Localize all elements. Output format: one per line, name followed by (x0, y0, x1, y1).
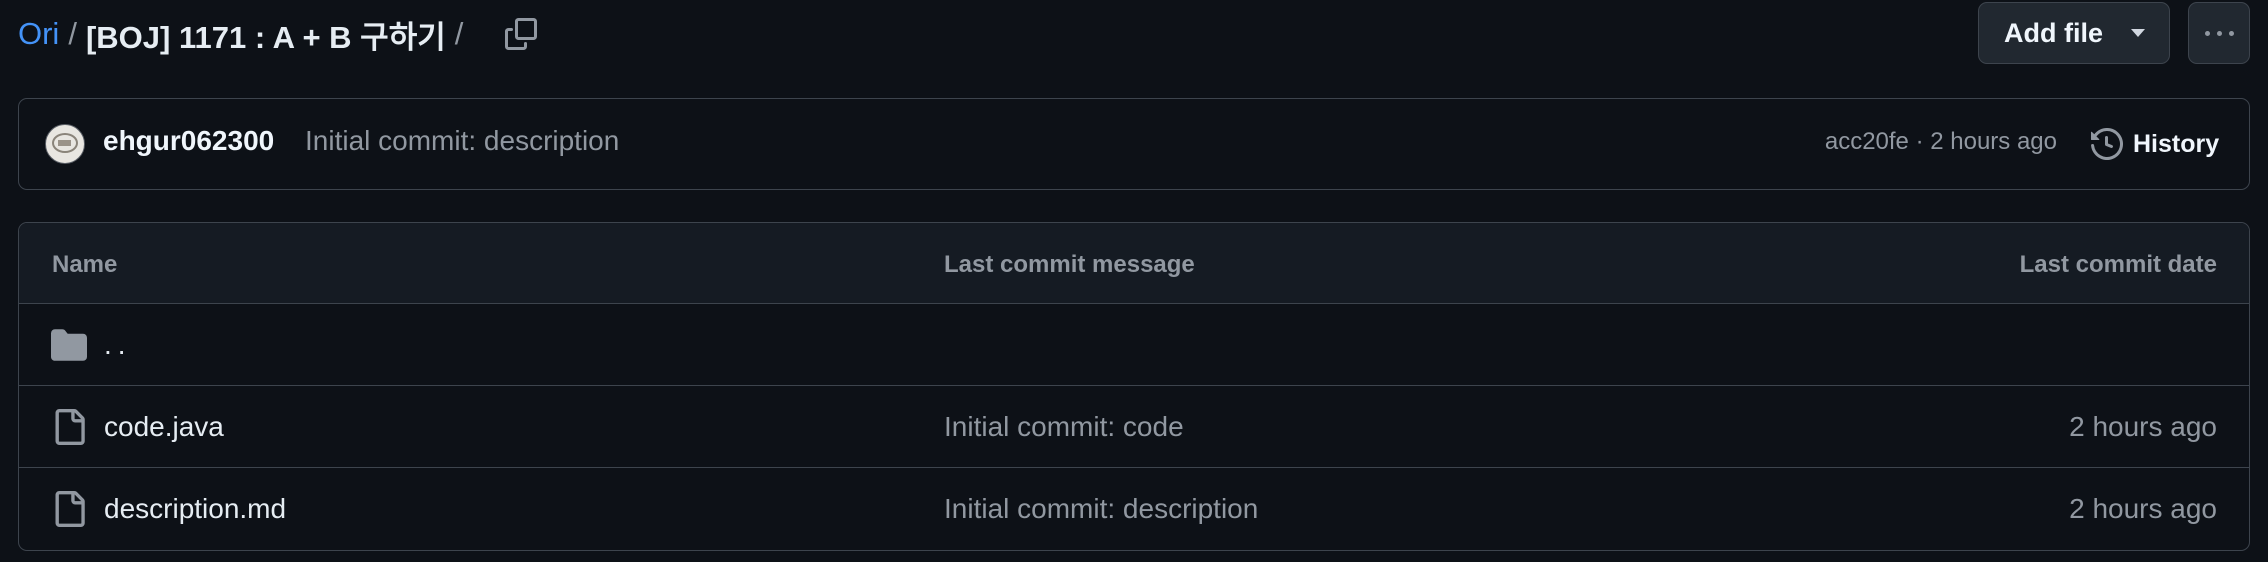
breadcrumb-repo-link[interactable]: Ori (18, 16, 59, 52)
file-commit-date: 2 hours ago (2069, 411, 2217, 442)
file-commit-message-link[interactable]: Initial commit: code (944, 411, 1184, 443)
more-options-button[interactable] (2188, 2, 2250, 64)
file-name-link[interactable]: description.md (104, 493, 286, 525)
table-row: code.java Initial commit: code 2 hours a… (19, 386, 2249, 468)
column-header-message: Last commit message (944, 251, 1195, 278)
commit-author-link[interactable]: ehgur062300 (103, 125, 274, 157)
column-header-date: Last commit date (2019, 251, 2217, 278)
file-name-link[interactable]: code.java (104, 411, 224, 443)
history-button[interactable]: History (2091, 123, 2219, 165)
latest-commit-box: ehgur062300 Initial commit: description … (18, 98, 2250, 190)
folder-icon (51, 329, 87, 361)
table-row: description.md Initial commit: descripti… (19, 468, 2249, 550)
copy-icon (505, 18, 538, 50)
copy-path-button[interactable] (498, 11, 544, 57)
file-table: Name Last commit message Last commit dat… (18, 222, 2250, 551)
add-file-label: Add file (2004, 17, 2103, 48)
add-file-button[interactable]: Add file (1978, 2, 2170, 64)
file-icon (55, 409, 85, 445)
column-header-name: Name (52, 251, 118, 278)
history-icon (2091, 128, 2123, 160)
commit-meta[interactable]: acc20fe · 2 hours ago (1825, 128, 2057, 156)
avatar[interactable] (45, 124, 85, 164)
kebab-horizontal-icon (2201, 30, 2237, 36)
breadcrumb-trailing-separator: / (454, 16, 464, 51)
breadcrumb-current-folder: [BOJ] 1171 : A + B 구하기 (85, 19, 446, 55)
file-icon (55, 491, 85, 527)
breadcrumb-separator: / (68, 16, 77, 51)
top-bar: Ori / [BOJ] 1171 : A + B 구하기 / Add file (18, 0, 2250, 68)
triangle-down-icon (2131, 29, 2145, 37)
table-header: Name Last commit message Last commit dat… (19, 223, 2249, 304)
history-label: History (2133, 129, 2220, 158)
file-commit-date: 2 hours ago (2069, 493, 2217, 524)
file-commit-message-link[interactable]: Initial commit: description (944, 493, 1258, 525)
parent-directory-link[interactable]: .. (104, 329, 132, 361)
breadcrumb: Ori / [BOJ] 1171 : A + B 구하기 / (18, 12, 544, 56)
commit-message-link[interactable]: Initial commit: description (305, 125, 619, 157)
table-row-parent[interactable]: .. (19, 304, 2249, 386)
